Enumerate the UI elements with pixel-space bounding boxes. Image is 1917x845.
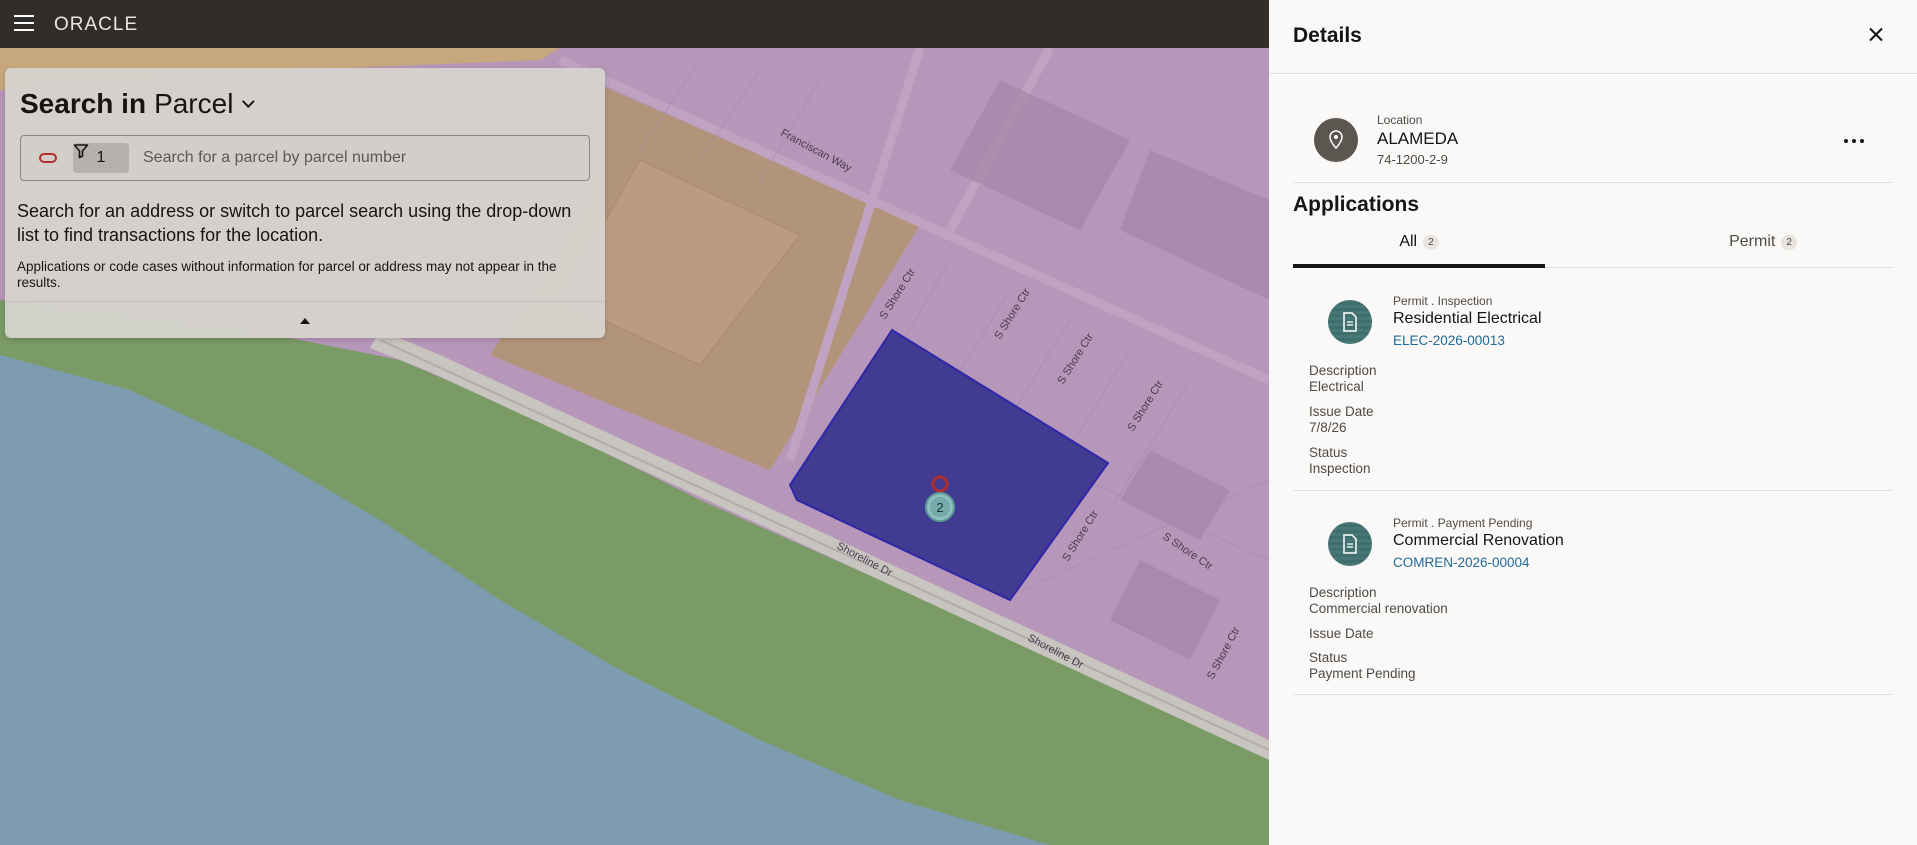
location-pin-icon	[1329, 130, 1343, 150]
application-card[interactable]: Permit . Payment Pending Commercial Reno…	[1293, 490, 1893, 696]
status-value: Payment Pending	[1309, 666, 1416, 681]
document-icon	[1343, 312, 1357, 332]
drawer-title: Details	[1293, 24, 1362, 47]
status-label: Status	[1309, 650, 1348, 665]
tab-all[interactable]: All 2	[1293, 228, 1545, 268]
search-title: Search in Parcel	[20, 88, 256, 120]
more-actions-icon[interactable]	[1839, 132, 1869, 150]
chevron-down-icon	[242, 94, 256, 108]
draw-shape-icon[interactable]	[39, 153, 57, 163]
status-value: Inspection	[1309, 461, 1371, 476]
applications-title: Applications	[1293, 193, 1420, 216]
application-card[interactable]: Permit . Inspection Residential Electric…	[1293, 268, 1893, 492]
search-help-text: Search for an address or switch to parce…	[17, 201, 572, 245]
application-type: Permit . Inspection	[1393, 294, 1493, 308]
application-id-link[interactable]: COMREN-2026-00004	[1393, 555, 1530, 570]
location-name: ALAMEDA	[1377, 129, 1459, 148]
application-type: Permit . Payment Pending	[1393, 516, 1533, 530]
application-name: Residential Electrical	[1393, 310, 1542, 327]
map-canvas[interactable]: Franciscan Way S Shore Ctr S Shore Ctr S…	[0, 48, 1269, 845]
close-icon[interactable]	[1865, 24, 1887, 46]
top-bar: ORACLE	[0, 0, 1269, 48]
filter-count: 1	[96, 149, 106, 166]
search-title-prefix: Search in	[20, 88, 147, 119]
issue-date-label: Issue Date	[1309, 404, 1374, 419]
application-avatar	[1328, 522, 1372, 566]
filter-button[interactable]: 1	[73, 143, 129, 173]
menu-icon[interactable]	[14, 14, 36, 32]
tab-label: All	[1399, 233, 1418, 250]
parcel-search-input[interactable]	[143, 144, 573, 172]
search-mode-select[interactable]: Parcel	[154, 88, 256, 120]
issue-date-value: 7/8/26	[1309, 420, 1347, 435]
divider	[1293, 182, 1893, 183]
tab-count-badge: 2	[1781, 235, 1797, 250]
location-label: Location	[1377, 113, 1423, 127]
application-name: Commercial Renovation	[1393, 532, 1564, 549]
divider	[5, 301, 605, 302]
description-label: Description	[1309, 585, 1377, 600]
parcel-id: 74-1200-2-9	[1377, 152, 1448, 167]
status-label: Status	[1309, 445, 1348, 460]
search-panel: Search in Parcel 1 Search for an address…	[5, 68, 605, 338]
application-avatar	[1328, 300, 1372, 344]
details-drawer: Details Location ALAMEDA 74-1200-2-9 App…	[1269, 0, 1917, 845]
cluster-marker[interactable]: 2	[925, 492, 955, 522]
issue-date-label: Issue Date	[1309, 626, 1374, 641]
tab-count-badge: 2	[1423, 235, 1439, 250]
search-mode-label: Parcel	[154, 88, 234, 119]
document-icon	[1343, 534, 1357, 554]
cluster-count: 2	[936, 500, 943, 515]
application-id-link[interactable]: ELEC-2026-00013	[1393, 333, 1505, 348]
collapse-panel-button[interactable]	[295, 316, 315, 328]
search-box: 1	[20, 135, 590, 181]
oracle-logo: ORACLE	[54, 14, 139, 35]
drawer-header: Details	[1269, 0, 1917, 74]
description-value: Electrical	[1309, 379, 1364, 394]
description-label: Description	[1309, 363, 1377, 378]
description-value: Commercial renovation	[1309, 601, 1448, 616]
filter-icon	[73, 144, 89, 159]
search-note: Applications or code cases without infor…	[17, 259, 557, 290]
location-avatar	[1314, 118, 1358, 162]
tab-label: Permit	[1729, 233, 1776, 250]
application-tabs: All 2 Permit 2	[1293, 228, 1893, 268]
tab-permit[interactable]: Permit 2	[1637, 228, 1889, 268]
divider	[1293, 694, 1893, 695]
